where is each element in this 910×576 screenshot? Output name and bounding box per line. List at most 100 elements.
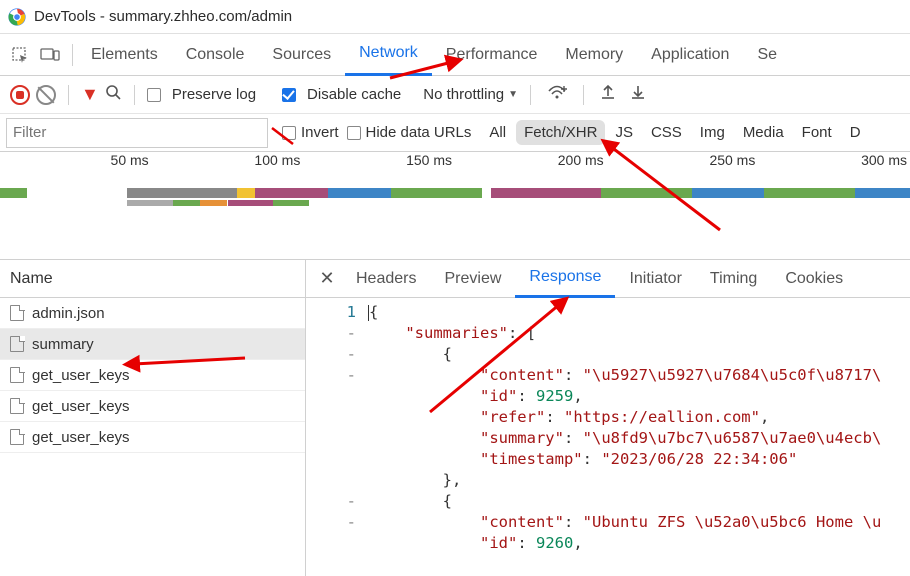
filter-chip-all[interactable]: All [481,120,514,145]
export-har-icon[interactable] [630,84,646,105]
line-number [306,407,356,428]
line-number: 1 [306,302,356,323]
detail-tab-headers[interactable]: Headers [342,260,430,298]
filter-input[interactable] [6,118,268,148]
tab-performance[interactable]: Performance [432,34,552,76]
code-line[interactable]: "summary": "\u8fd9\u7bc7\u6587\u7ae0\u4e… [368,428,910,449]
preserve-log-label: Preserve log [172,86,256,103]
chrome-icon [8,8,26,26]
tab-application[interactable]: Application [637,34,743,76]
hide-data-urls-label: Hide data URLs [366,124,472,141]
line-number: - [306,344,356,365]
code-line[interactable]: "summaries": [ [368,323,910,344]
preserve-log-checkbox[interactable] [147,88,161,102]
line-number [306,470,356,491]
file-icon [10,305,24,321]
filter-chip-font[interactable]: Font [794,120,840,145]
request-row[interactable]: get_user_keys [0,360,305,391]
import-har-icon[interactable] [600,84,616,105]
code-line[interactable]: { [368,491,910,512]
filter-chip-media[interactable]: Media [735,120,792,145]
clear-button[interactable] [36,85,56,105]
timeline-tick: 50 ms [0,152,152,176]
detail-tab-preview[interactable]: Preview [430,260,515,298]
code-line[interactable]: "refer": "https://eallion.com", [368,407,910,428]
tab-elements[interactable]: Elements [77,34,172,76]
invert-checkbox[interactable] [282,126,296,140]
line-number: - [306,365,356,386]
detail-tab-response[interactable]: Response [515,260,615,298]
detail-tab-initiator[interactable]: Initiator [615,260,695,298]
hide-data-urls-checkbox[interactable] [347,126,361,140]
request-row[interactable]: admin.json [0,298,305,329]
network-toolbar: ▼ Preserve log Disable cache No throttli… [0,76,910,114]
line-number [306,533,356,554]
throttling-select[interactable]: No throttling ▼ [423,86,518,103]
record-button[interactable] [10,85,30,105]
code-line[interactable]: { [368,302,910,323]
detail-tab-bar: ✕ HeadersPreviewResponseInitiatorTimingC… [306,260,910,298]
tab-se[interactable]: Se [743,34,791,76]
detail-tab-timing[interactable]: Timing [696,260,771,298]
window-title: DevTools - summary.zhheo.com/admin [34,8,292,25]
tab-console[interactable]: Console [172,34,259,76]
file-icon [10,429,24,445]
title-bar: DevTools - summary.zhheo.com/admin [0,0,910,34]
request-name: get_user_keys [32,398,130,415]
request-row[interactable]: get_user_keys [0,422,305,453]
timeline-tick: 200 ms [455,152,607,176]
code-line[interactable]: }, [368,470,910,491]
inspect-icon[interactable] [8,46,32,64]
timeline-tick: 100 ms [152,152,304,176]
response-body[interactable]: 1 - - - - - { "summaries": [ { "content"… [306,298,910,576]
main-tab-bar: ElementsConsoleSourcesNetworkPerformance… [0,34,910,76]
code-line[interactable]: "content": "Ubuntu ZFS \u52a0\u5bc6 Home… [368,512,910,533]
chevron-down-icon: ▼ [508,89,518,100]
line-number: - [306,512,356,533]
close-detail-button[interactable]: ✕ [312,268,342,289]
device-icon[interactable] [38,47,62,63]
timeline-overview[interactable]: 50 ms100 ms150 ms200 ms250 ms300 ms [0,152,910,260]
detail-tab-cookies[interactable]: Cookies [771,260,857,298]
request-row[interactable]: get_user_keys [0,391,305,422]
timeline-tick: 150 ms [303,152,455,176]
request-detail-pane: ✕ HeadersPreviewResponseInitiatorTimingC… [306,260,910,576]
name-column-header[interactable]: Name [0,260,305,298]
filter-toggle-icon[interactable]: ▼ [81,84,99,105]
filter-chip-d[interactable]: D [842,120,869,145]
request-name: get_user_keys [32,367,130,384]
file-icon [10,367,24,383]
request-row[interactable]: summary [0,329,305,360]
code-line[interactable]: "timestamp": "2023/06/28 22:34:06" [368,449,910,470]
file-icon [10,336,24,352]
filter-bar: Invert Hide data URLs AllFetch/XHRJSCSSI… [0,114,910,152]
code-line[interactable]: "id": 9259, [368,386,910,407]
request-name: admin.json [32,305,105,322]
code-line[interactable]: { [368,344,910,365]
disable-cache-label: Disable cache [307,86,401,103]
filter-chip-fetchxhr[interactable]: Fetch/XHR [516,120,605,145]
line-number: - [306,491,356,512]
timeline-tick: 250 ms [607,152,759,176]
line-number [306,428,356,449]
request-name: summary [32,336,94,353]
search-icon[interactable] [105,84,122,106]
filter-chip-js[interactable]: JS [607,120,641,145]
line-number [306,386,356,407]
code-line[interactable]: "content": "\u5927\u5927\u7684\u5c0f\u87… [368,365,910,386]
tab-network[interactable]: Network [345,34,432,76]
line-number: - [306,323,356,344]
code-line[interactable]: "id": 9260, [368,533,910,554]
invert-label: Invert [301,124,339,141]
request-name: get_user_keys [32,429,130,446]
line-number [306,449,356,470]
filter-chip-img[interactable]: Img [692,120,733,145]
network-conditions-icon[interactable] [547,84,567,105]
tab-memory[interactable]: Memory [551,34,637,76]
timeline-tick: 300 ms [758,152,910,176]
tab-sources[interactable]: Sources [258,34,345,76]
requests-table: Name admin.json summary get_user_keys get_u… [0,260,306,576]
disable-cache-checkbox[interactable] [282,88,296,102]
filter-chip-css[interactable]: CSS [643,120,690,145]
file-icon [10,398,24,414]
